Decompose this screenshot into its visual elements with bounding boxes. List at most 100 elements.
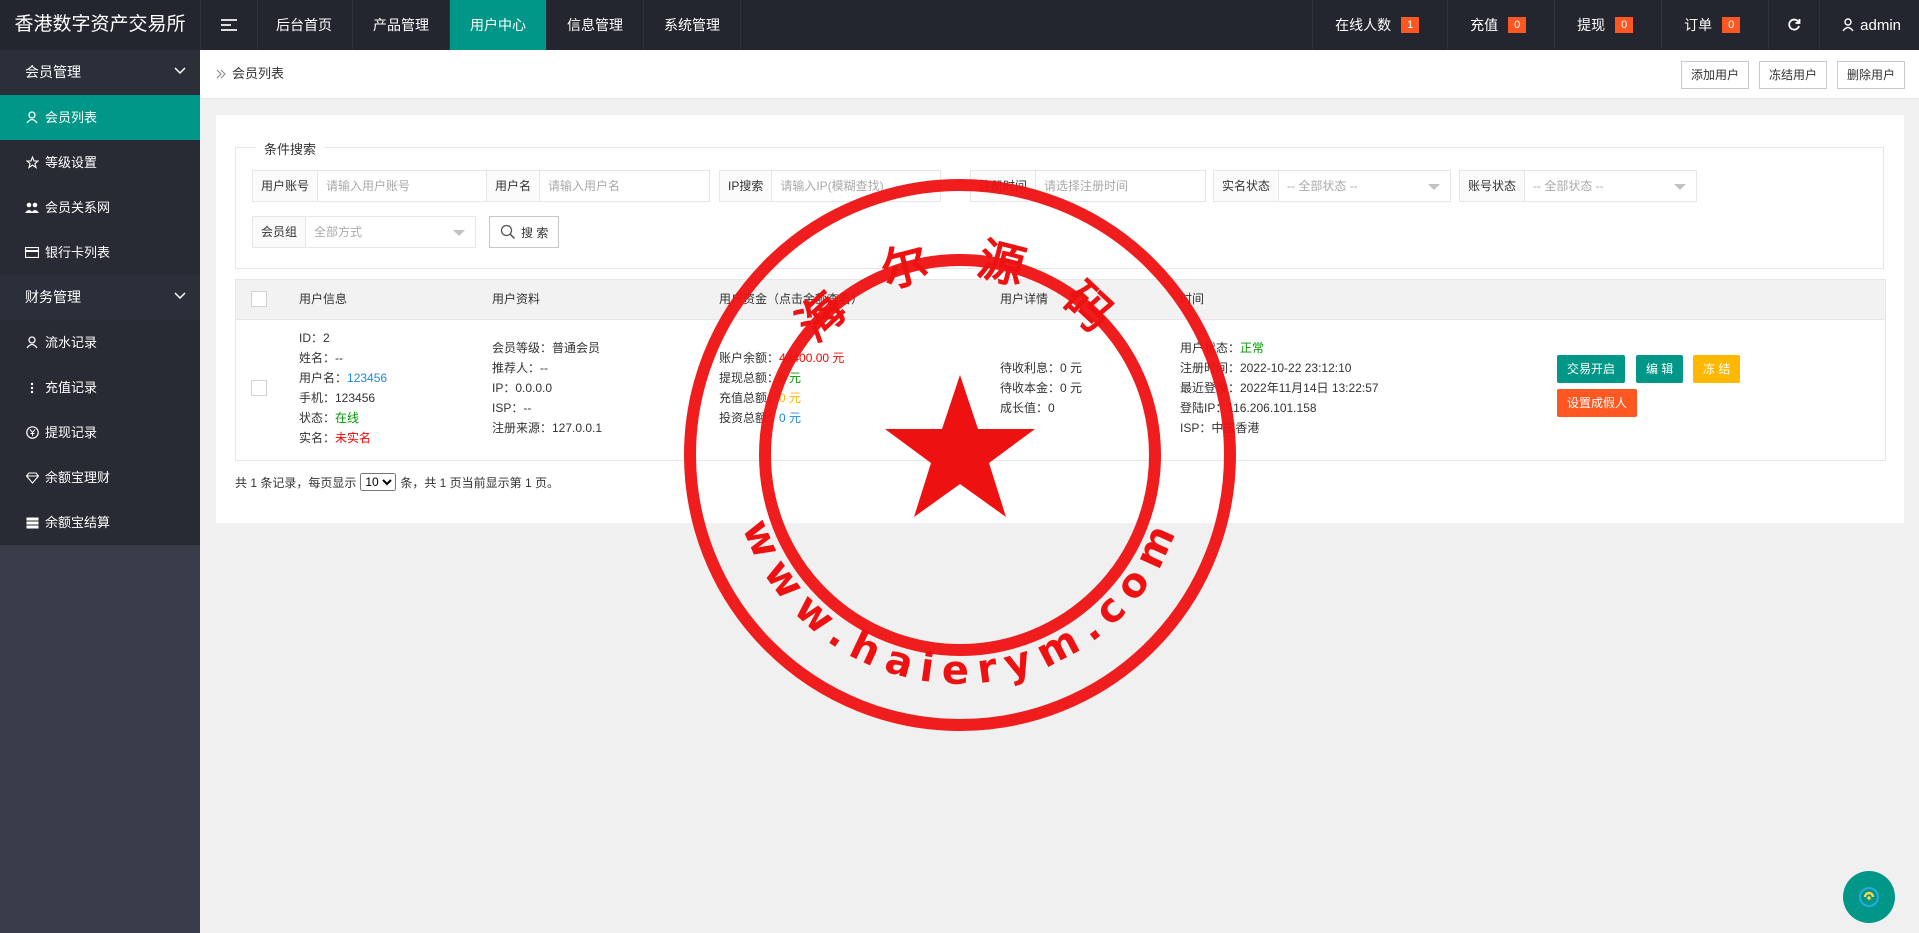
acctstatus-filter: 账号状态 -- 全部状态 --: [1459, 170, 1697, 202]
username-label: admin: [1860, 16, 1901, 34]
floating-assistant-button[interactable]: [1843, 871, 1895, 923]
add-user-button[interactable]: 添加用户: [1680, 61, 1749, 89]
sidebar-item-yuebao-settlement[interactable]: 余额宝结算: [0, 500, 200, 545]
breadcrumb: 会员列表: [216, 50, 284, 98]
refresh-button[interactable]: [1768, 0, 1819, 50]
user-icon: [1842, 18, 1854, 32]
withdraw-label: 提现: [1577, 17, 1606, 33]
nav-system[interactable]: 系统管理: [644, 0, 741, 50]
search-button[interactable]: 搜 索: [489, 216, 560, 248]
freeze-button[interactable]: 冻 结: [1693, 355, 1741, 383]
ip-input[interactable]: 请输入IP(模糊查找): [772, 171, 940, 201]
user-menu[interactable]: admin: [1819, 0, 1919, 50]
user-icon: [25, 111, 39, 125]
recharge-link[interactable]: 充值 0: [1447, 0, 1554, 50]
edit-button[interactable]: 编 辑: [1636, 355, 1684, 383]
user-icon: [25, 336, 39, 350]
select-all-checkbox[interactable]: [251, 291, 267, 307]
hamburger-icon: [221, 19, 237, 31]
credit-card-icon: [25, 246, 39, 260]
freeze-user-button[interactable]: 冻结用户: [1758, 61, 1827, 89]
invest-prefix: 投资总额：: [719, 411, 780, 425]
status-badge: 在线: [335, 411, 360, 425]
withdraw-link[interactable]: 0 元: [779, 371, 801, 385]
profile-isp: ISP：--: [492, 401, 532, 415]
acctstatus-filter-label: 账号状态: [1460, 171, 1526, 201]
details-interest: 待收利息：0 元: [1000, 361, 1083, 375]
username-prefix: 用户名：: [299, 371, 348, 385]
acctstatus-select[interactable]: -- 全部状态 --: [1525, 171, 1696, 201]
sidebar: 会员管理 会员列表 等级设置 会员关系网 银行卡列表 财务管理 流水记录 充值记…: [0, 50, 200, 933]
funds-withdraw-row: 提现总额：0 元: [719, 368, 844, 388]
sidebar-item-flow-records[interactable]: 流水记录: [0, 320, 200, 365]
balance-link[interactable]: 48400.00 元: [779, 351, 844, 365]
sidebar-item-label: 会员列表: [45, 110, 98, 125]
sidebar-item-member-list[interactable]: 会员列表: [0, 95, 200, 140]
sidebar-item-yuebao-invest[interactable]: 余额宝理财: [0, 455, 200, 500]
sidebar-item-label: 余额宝结算: [45, 515, 111, 530]
nav-info[interactable]: 信息管理: [547, 0, 644, 50]
sidebar-item-bank-cards[interactable]: 银行卡列表: [0, 230, 200, 275]
wifi-signal-icon: [1859, 887, 1879, 907]
sidebar-group-member[interactable]: 会员管理: [0, 50, 200, 95]
sidebar-group-finance[interactable]: 财务管理: [0, 275, 200, 320]
nav-products[interactable]: 产品管理: [353, 0, 450, 50]
search-legend: 条件搜索: [256, 139, 325, 158]
regtime-filter: 注册时间 请选择注册时间: [970, 170, 1206, 202]
account-input[interactable]: 请输入用户账号: [318, 171, 487, 201]
breadcrumb-current: 会员列表: [232, 66, 285, 81]
yen-circle-icon: [25, 426, 39, 440]
trade-enable-button[interactable]: 交易开启: [1557, 355, 1626, 383]
dropdown-arrow-icon: [453, 230, 465, 236]
cell-user-profile: 会员等级：普通会员 推荐人：-- IP：0.0.0.0 ISP：-- 注册来源：…: [492, 338, 602, 438]
nav-home[interactable]: 后台首页: [256, 0, 353, 50]
cell-user-funds: 账户余额：48400.00 元 提现总额：0 元 充值总额：0 元 投资总额：0…: [719, 348, 844, 428]
withdraw-link[interactable]: 提现 0: [1554, 0, 1661, 50]
delete-user-button[interactable]: 删除用户: [1836, 61, 1905, 89]
group-select[interactable]: 全部方式: [306, 217, 475, 247]
double-chevron-right-icon: [216, 69, 226, 79]
sidebar-item-level-settings[interactable]: 等级设置: [0, 140, 200, 185]
table-header: 用户信息 用户资料 用户资金（点击金额查看） 用户详情 时间: [236, 280, 1885, 320]
search-icon: [500, 224, 516, 240]
top-bar: 香港数字资产交易所 后台首页 产品管理 用户中心 信息管理 系统管理 在线人数 …: [0, 0, 1919, 50]
username-link[interactable]: 123456: [347, 371, 387, 385]
group-select-value: 全部方式: [314, 225, 363, 239]
cell-time: 用户状态：正常 注册时间：2022-10-22 23:12:10 最近登录：20…: [1180, 338, 1379, 438]
server-icon: [25, 516, 39, 530]
row-checkbox[interactable]: [251, 380, 267, 396]
header-time: 时间: [1180, 292, 1205, 306]
users-icon: [25, 201, 39, 215]
per-page-select[interactable]: 10: [360, 473, 397, 491]
sidebar-item-withdraw-records[interactable]: 提现记录: [0, 410, 200, 455]
account-filter: 用户账号 请输入用户账号: [252, 170, 488, 202]
username-input[interactable]: 请输入用户名: [540, 171, 709, 201]
dropdown-arrow-icon: [1674, 184, 1686, 190]
orders-link[interactable]: 订单 0: [1661, 0, 1768, 50]
set-fake-user-button[interactable]: 设置成假人: [1557, 389, 1638, 417]
funds-recharge-row: 充值总额：0 元: [719, 388, 844, 408]
nav-user-center[interactable]: 用户中心: [450, 0, 547, 50]
details-growth: 成长值：0: [1000, 401, 1055, 415]
regtime-input[interactable]: 请选择注册时间: [1036, 171, 1205, 201]
sidebar-item-member-network[interactable]: 会员关系网: [0, 185, 200, 230]
time-login-ip: 登陆IP：116.206.101.158: [1180, 401, 1317, 415]
header-user-profile: 用户资料: [492, 292, 541, 306]
online-count-link[interactable]: 在线人数 1: [1312, 0, 1447, 50]
recharge-link[interactable]: 0 元: [779, 391, 801, 405]
pagination: 共 1 条记录，每页显示 10 条，共 1 页当前显示第 1 页。: [235, 473, 559, 491]
menu-toggle-button[interactable]: [200, 0, 258, 50]
realname-select[interactable]: -- 全部状态 --: [1279, 171, 1450, 201]
regtime-filter-label: 注册时间: [971, 171, 1037, 201]
pager-prefix: 共 1 条记录，每页显示: [235, 475, 357, 490]
recharge-prefix: 充值总额：: [719, 391, 780, 405]
chevron-down-icon: [174, 292, 186, 300]
breadcrumb-actions: 添加用户 冻结用户 删除用户: [1680, 61, 1905, 89]
top-right-tools: 在线人数 1 充值 0 提现 0 订单 0 admin: [1312, 0, 1919, 50]
profile-referrer: 推荐人：--: [492, 361, 548, 375]
sidebar-item-recharge-records[interactable]: 充值记录: [0, 365, 200, 410]
diamond-icon: [25, 471, 39, 485]
user-id: ID：2: [299, 331, 330, 345]
recharge-label: 充值: [1470, 17, 1499, 33]
invest-link[interactable]: 0 元: [779, 411, 801, 425]
